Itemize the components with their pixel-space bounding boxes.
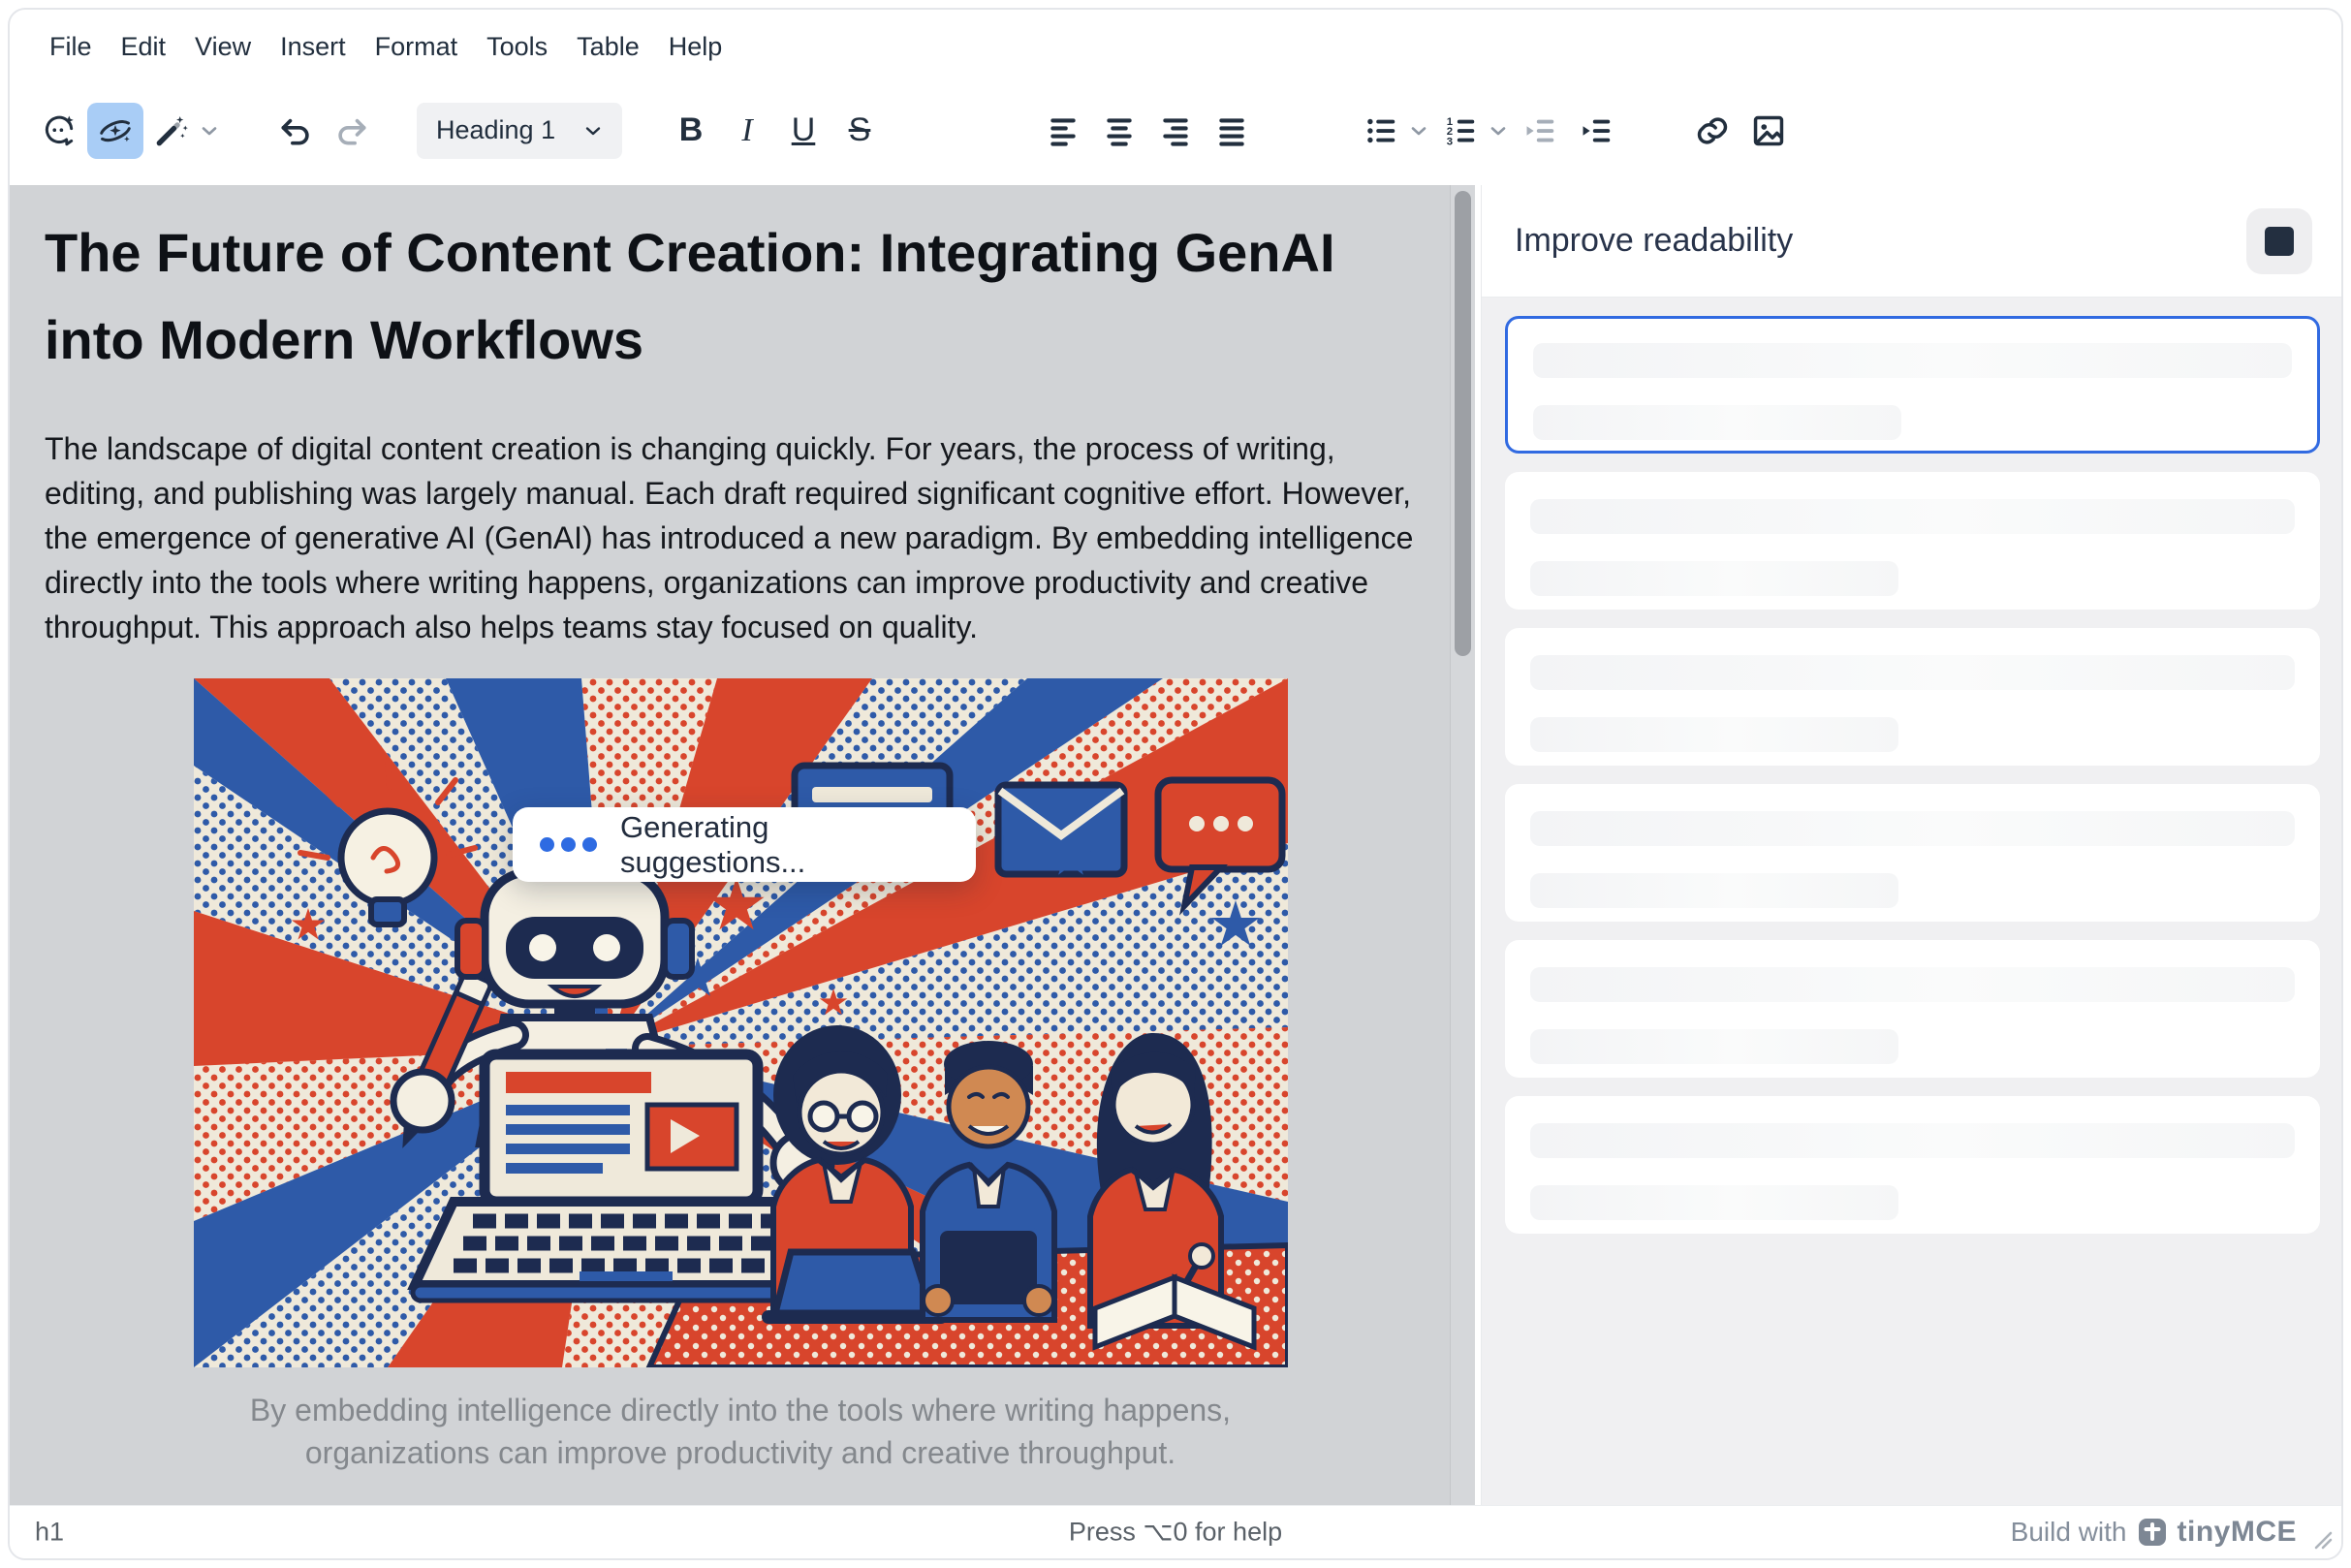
skeleton-bar: [1533, 405, 1901, 440]
branding-prefix: Build with: [2011, 1517, 2127, 1548]
indent-icon: [1578, 112, 1614, 149]
ai-shortcuts-button[interactable]: [143, 103, 200, 159]
brand-name: tinyMCE: [2178, 1516, 2298, 1549]
menu-help[interactable]: Help: [654, 24, 737, 70]
image-caption[interactable]: By embedding intelligence directly into …: [194, 1389, 1288, 1474]
align-justify-icon: [1213, 112, 1250, 149]
menu-insert[interactable]: Insert: [266, 24, 360, 70]
menu-tools[interactable]: Tools: [472, 24, 562, 70]
document-paragraph[interactable]: The landscape of digital content creatio…: [45, 426, 1436, 649]
help-shortcut-hint: Press ⌥0 for help: [1069, 1518, 1282, 1548]
menu-edit[interactable]: Edit: [107, 24, 181, 70]
skeleton-bar: [1530, 811, 2295, 846]
chevron-down-icon[interactable]: [1487, 119, 1510, 142]
undo-button[interactable]: [267, 103, 324, 159]
editor-scrollbar-track[interactable]: [1450, 185, 1475, 1505]
skeleton-bar: [1530, 499, 2295, 534]
underline-button[interactable]: U: [775, 103, 831, 159]
panel-title: Improve readability: [1515, 222, 1793, 260]
screenshot-root: File Edit View Insert Format Tools Table…: [0, 0, 2351, 1568]
redo-button[interactable]: [324, 103, 380, 159]
svg-text:3: 3: [1447, 136, 1453, 147]
envelope-doodle: [998, 785, 1124, 874]
italic-button[interactable]: I: [719, 103, 775, 159]
ai-assistant-button[interactable]: [31, 103, 87, 159]
bold-button[interactable]: B: [663, 103, 719, 159]
menu-view[interactable]: View: [180, 24, 266, 70]
generating-suggestions-pill: Generating suggestions...: [513, 807, 976, 882]
insert-link-button[interactable]: [1684, 103, 1740, 159]
outdent-button[interactable]: [1512, 103, 1568, 159]
skeleton-bar: [1530, 717, 1898, 752]
menu-bar: File Edit View Insert Format Tools Table…: [10, 10, 2341, 76]
skeleton-bar: [1530, 655, 2295, 690]
ai-suggestions-panel: Improve readability: [1481, 185, 2341, 1505]
align-left-button[interactable]: [1035, 103, 1091, 159]
chevron-down-icon[interactable]: [1407, 119, 1430, 142]
genai-illustration-image[interactable]: [194, 678, 1288, 1367]
ai-eye-sparkle-icon: [97, 112, 134, 149]
tinymce-logo-icon: [2137, 1517, 2168, 1548]
link-icon: [1694, 112, 1731, 149]
block-format-select[interactable]: Heading 1: [417, 103, 622, 159]
skeleton-bar: [1530, 873, 1898, 908]
insert-image-button[interactable]: [1740, 103, 1797, 159]
main-area: The Future of Content Creation: Integrat…: [10, 185, 2341, 1505]
align-right-icon: [1157, 112, 1194, 149]
toolbar: Heading 1 B I U S: [10, 76, 2341, 185]
bullet-list-button[interactable]: [1353, 103, 1409, 159]
editor-canvas[interactable]: The Future of Content Creation: Integrat…: [10, 185, 1475, 1505]
stop-generation-button[interactable]: [2246, 208, 2312, 274]
tinymce-editor-window: File Edit View Insert Format Tools Table…: [8, 8, 2343, 1560]
ai-review-button-active[interactable]: [87, 103, 143, 159]
numbered-list-button[interactable]: 123: [1432, 103, 1489, 159]
suggestion-card[interactable]: [1505, 472, 2320, 610]
align-right-button[interactable]: [1147, 103, 1204, 159]
block-format-value: Heading 1: [436, 115, 555, 145]
suggestion-list: [1482, 298, 2341, 1505]
redo-icon: [333, 112, 370, 149]
resize-handle-icon[interactable]: [2312, 1529, 2334, 1551]
suggestion-card[interactable]: [1505, 940, 2320, 1078]
stop-icon: [2265, 227, 2294, 256]
generating-suggestions-label: Generating suggestions...: [620, 810, 949, 880]
status-bar: h1 Press ⌥0 for help Build with tinyMCE: [10, 1505, 2341, 1558]
chevron-down-icon[interactable]: [198, 119, 221, 142]
align-left-icon: [1045, 112, 1081, 149]
skeleton-bar: [1530, 1123, 2295, 1158]
indent-button[interactable]: [1568, 103, 1624, 159]
document-figure[interactable]: By embedding intelligence directly into …: [194, 678, 1288, 1474]
numbered-list-icon: 123: [1442, 112, 1479, 149]
loading-dots-icon: [540, 837, 597, 852]
suggestion-card[interactable]: [1505, 784, 2320, 922]
element-path[interactable]: h1: [35, 1518, 64, 1548]
editor-scrollbar-thumb[interactable]: [1455, 191, 1471, 656]
chevron-down-icon: [581, 119, 605, 142]
align-center-button[interactable]: [1091, 103, 1147, 159]
image-icon: [1750, 112, 1787, 149]
align-center-icon: [1101, 112, 1138, 149]
skeleton-bar: [1530, 1029, 1898, 1064]
document-title[interactable]: The Future of Content Creation: Integrat…: [45, 209, 1343, 384]
suggestion-card[interactable]: [1505, 1096, 2320, 1234]
suggestion-card[interactable]: [1505, 628, 2320, 766]
outdent-icon: [1521, 112, 1558, 149]
skeleton-bar: [1530, 967, 2295, 1002]
panel-header: Improve readability: [1482, 185, 2341, 298]
menu-table[interactable]: Table: [562, 24, 654, 70]
suggestion-card-selected[interactable]: [1505, 316, 2320, 454]
tinymce-branding-link[interactable]: Build with tinyMCE: [2011, 1516, 2297, 1549]
ai-chat-sparkle-icon: [41, 112, 78, 149]
skeleton-bar: [1530, 1185, 1898, 1220]
align-justify-button[interactable]: [1204, 103, 1260, 159]
bullet-list-icon: [1363, 112, 1399, 149]
menu-file[interactable]: File: [35, 24, 107, 70]
skeleton-bar: [1533, 343, 2292, 378]
strikethrough-button[interactable]: S: [831, 103, 888, 159]
menu-format[interactable]: Format: [360, 24, 473, 70]
magic-wand-icon: [153, 112, 190, 149]
skeleton-bar: [1530, 561, 1898, 596]
undo-icon: [277, 112, 314, 149]
